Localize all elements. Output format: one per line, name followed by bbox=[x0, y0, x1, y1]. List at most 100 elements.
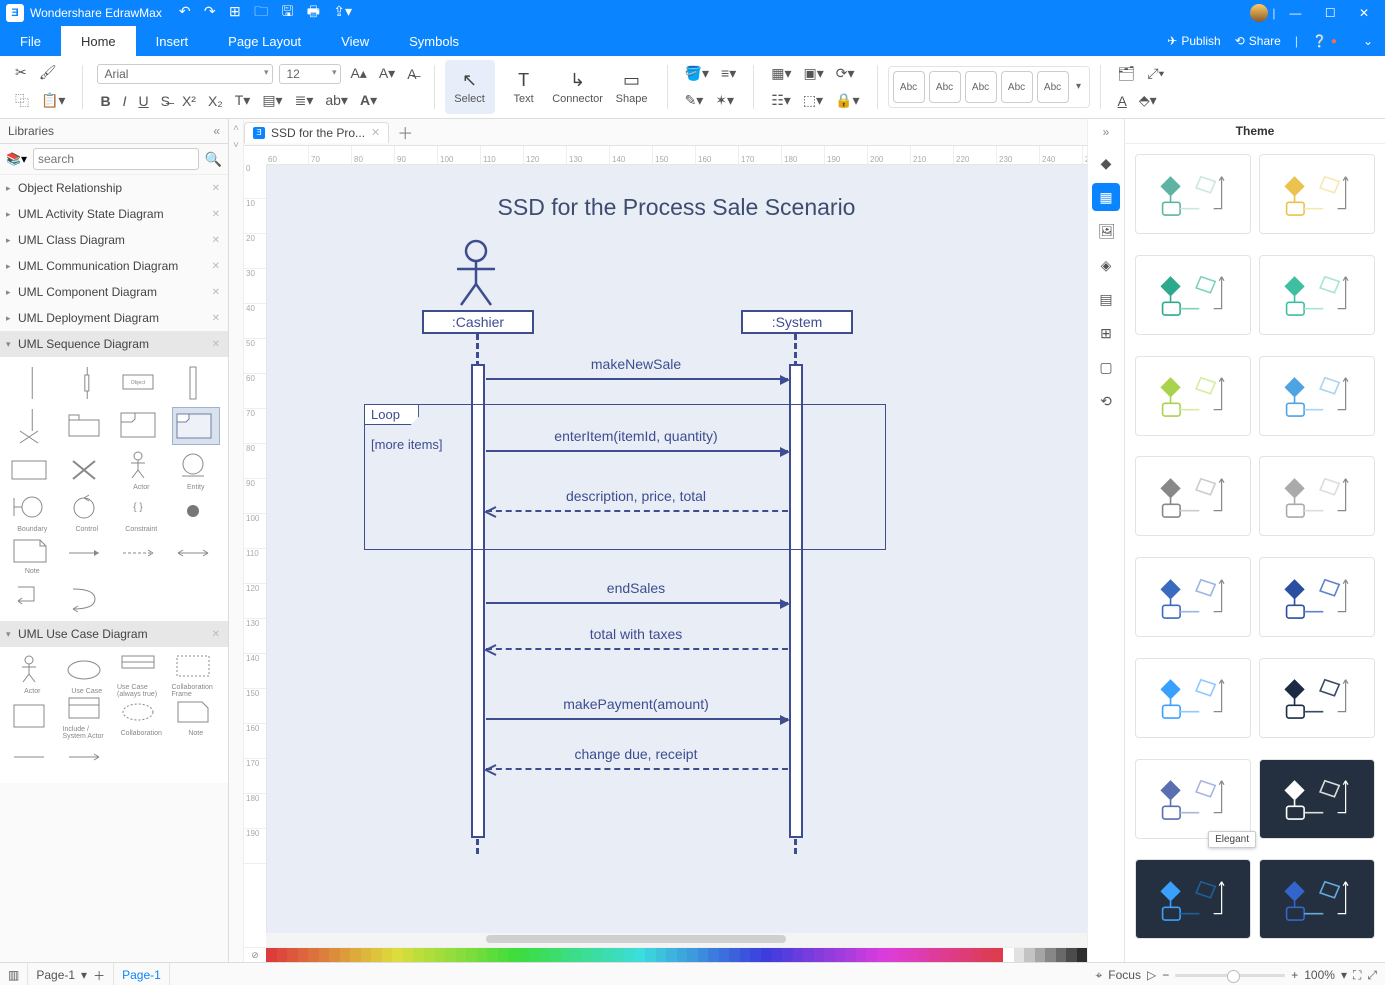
expand-rail-icon[interactable]: » bbox=[1103, 125, 1110, 139]
shape-note[interactable]: Note bbox=[8, 535, 57, 571]
user-avatar[interactable] bbox=[1250, 4, 1268, 22]
color-swatch[interactable] bbox=[866, 948, 877, 962]
add-tab-button[interactable]: ＋ bbox=[389, 120, 421, 144]
shadow-button[interactable]: ✶▾ bbox=[712, 89, 737, 112]
color-swatch[interactable] bbox=[361, 948, 372, 962]
fullscreen-button[interactable]: ⤢ bbox=[1367, 968, 1377, 983]
library-menu-icon[interactable]: 📚▾ bbox=[6, 152, 27, 166]
clear-format-button[interactable]: A̶ bbox=[404, 63, 419, 85]
color-swatch[interactable] bbox=[624, 948, 635, 962]
window-maximize-button[interactable]: ☐ bbox=[1315, 2, 1346, 24]
color-swatch[interactable] bbox=[287, 948, 298, 962]
zoom-slider[interactable] bbox=[1175, 974, 1285, 977]
color-swatch[interactable] bbox=[466, 948, 477, 962]
color-swatch[interactable] bbox=[582, 948, 593, 962]
color-swatch[interactable] bbox=[793, 948, 804, 962]
color-swatch[interactable] bbox=[929, 948, 940, 962]
fit-page-button[interactable]: ⛶ bbox=[1353, 968, 1361, 983]
shape-lifeline-activation[interactable] bbox=[63, 365, 112, 401]
shape-dot[interactable] bbox=[172, 493, 221, 529]
color-swatch[interactable] bbox=[277, 948, 288, 962]
font-color-button[interactable]: ab▾ bbox=[322, 89, 351, 112]
color-swatch[interactable] bbox=[772, 948, 783, 962]
zoom-level[interactable]: 100% bbox=[1304, 968, 1335, 982]
color-swatch[interactable] bbox=[319, 948, 330, 962]
shape-note[interactable]: Note bbox=[172, 697, 221, 733]
shape-collab-frame[interactable]: Collaboration Frame bbox=[172, 655, 221, 691]
color-swatch[interactable] bbox=[824, 948, 835, 962]
close-icon[interactable]: ✕ bbox=[212, 235, 220, 246]
color-swatch[interactable] bbox=[719, 948, 730, 962]
italic-button[interactable]: I bbox=[120, 90, 130, 112]
color-swatch[interactable] bbox=[508, 948, 519, 962]
image-rail-button[interactable]: 🖼 bbox=[1092, 217, 1120, 245]
bold-button[interactable]: B bbox=[97, 90, 113, 112]
text-tool-button[interactable]: TText bbox=[499, 60, 549, 114]
align-button[interactable]: ▦▾ bbox=[768, 62, 794, 85]
lifeline-system[interactable]: :System bbox=[741, 310, 853, 334]
layers-rail-button[interactable]: ◈ bbox=[1092, 251, 1120, 279]
theme-thumbnail[interactable] bbox=[1135, 154, 1251, 234]
menu-view[interactable]: View bbox=[321, 26, 389, 56]
lock-button[interactable]: 🔒▾ bbox=[832, 89, 862, 112]
format-painter-button[interactable]: 🖌 bbox=[36, 61, 60, 84]
close-tab-button[interactable]: ✕ bbox=[371, 126, 380, 139]
quick-style-item[interactable]: Abc bbox=[929, 71, 961, 103]
shape-actor[interactable]: Actor bbox=[8, 655, 57, 691]
color-swatch[interactable] bbox=[298, 948, 309, 962]
diagram-title[interactable]: SSD for the Process Sale Scenario bbox=[498, 194, 856, 221]
color-swatch[interactable] bbox=[266, 948, 277, 962]
message-text[interactable]: change due, receipt bbox=[575, 746, 698, 762]
shape-return[interactable] bbox=[117, 535, 166, 571]
color-swatch[interactable] bbox=[1045, 948, 1056, 962]
message-return-arrow[interactable] bbox=[486, 768, 788, 770]
font-size-combo[interactable]: 12 bbox=[279, 64, 341, 84]
shape-self[interactable] bbox=[8, 577, 57, 613]
library-group[interactable]: UML Activity State Diagram✕ bbox=[0, 201, 228, 227]
theme-thumbnail[interactable] bbox=[1135, 658, 1251, 738]
color-swatch[interactable] bbox=[413, 948, 424, 962]
menu-home[interactable]: Home bbox=[61, 26, 136, 56]
color-swatch[interactable] bbox=[919, 948, 930, 962]
help-button[interactable]: ❔● bbox=[1312, 34, 1337, 48]
color-swatch[interactable] bbox=[698, 948, 709, 962]
increase-font-button[interactable]: A▴ bbox=[347, 62, 369, 85]
color-swatch[interactable] bbox=[898, 948, 909, 962]
cut-button[interactable]: ✂ bbox=[12, 61, 30, 84]
zoom-in-button[interactable]: + bbox=[1291, 968, 1298, 982]
theme-thumbnail[interactable] bbox=[1259, 557, 1375, 637]
message-text[interactable]: makeNewSale bbox=[591, 356, 681, 372]
color-swatch[interactable] bbox=[782, 948, 793, 962]
new-button[interactable]: ⊞ bbox=[224, 0, 246, 23]
shape-assoc[interactable] bbox=[8, 739, 57, 775]
shape-selfcurve[interactable] bbox=[63, 577, 112, 613]
color-swatch[interactable] bbox=[814, 948, 825, 962]
connector-tool-button[interactable]: ↳Connector bbox=[553, 60, 603, 114]
shape-frame[interactable] bbox=[117, 407, 166, 443]
color-swatch[interactable] bbox=[340, 948, 351, 962]
message-return-arrow[interactable] bbox=[486, 510, 788, 512]
quick-style-more[interactable]: ▾ bbox=[1073, 71, 1085, 101]
color-swatch[interactable] bbox=[540, 948, 551, 962]
color-swatch[interactable] bbox=[1014, 948, 1025, 962]
shape-package[interactable] bbox=[63, 407, 112, 443]
color-swatch[interactable] bbox=[1035, 948, 1046, 962]
color-swatch[interactable] bbox=[519, 948, 530, 962]
color-swatch[interactable] bbox=[887, 948, 898, 962]
fill-color-button[interactable]: 🪣▾ bbox=[682, 62, 712, 85]
copy-button[interactable]: ⿻ bbox=[12, 88, 32, 114]
theme-thumbnail[interactable]: Elegant bbox=[1135, 759, 1251, 839]
color-swatch[interactable] bbox=[392, 948, 403, 962]
shape-entity[interactable]: Entity bbox=[172, 451, 221, 487]
color-swatch[interactable] bbox=[972, 948, 983, 962]
shape-fragment[interactable] bbox=[172, 407, 221, 445]
color-swatch[interactable] bbox=[550, 948, 561, 962]
color-swatch[interactable] bbox=[382, 948, 393, 962]
message-text[interactable]: total with taxes bbox=[590, 626, 683, 642]
distribute-button[interactable]: ⬘▾ bbox=[1136, 89, 1160, 112]
window-close-button[interactable]: ✕ bbox=[1349, 2, 1379, 24]
highlight-button[interactable]: ▤▾ bbox=[259, 89, 285, 112]
focus-label[interactable]: Focus bbox=[1108, 968, 1141, 982]
message-arrow[interactable] bbox=[486, 378, 788, 380]
color-swatch[interactable] bbox=[371, 948, 382, 962]
